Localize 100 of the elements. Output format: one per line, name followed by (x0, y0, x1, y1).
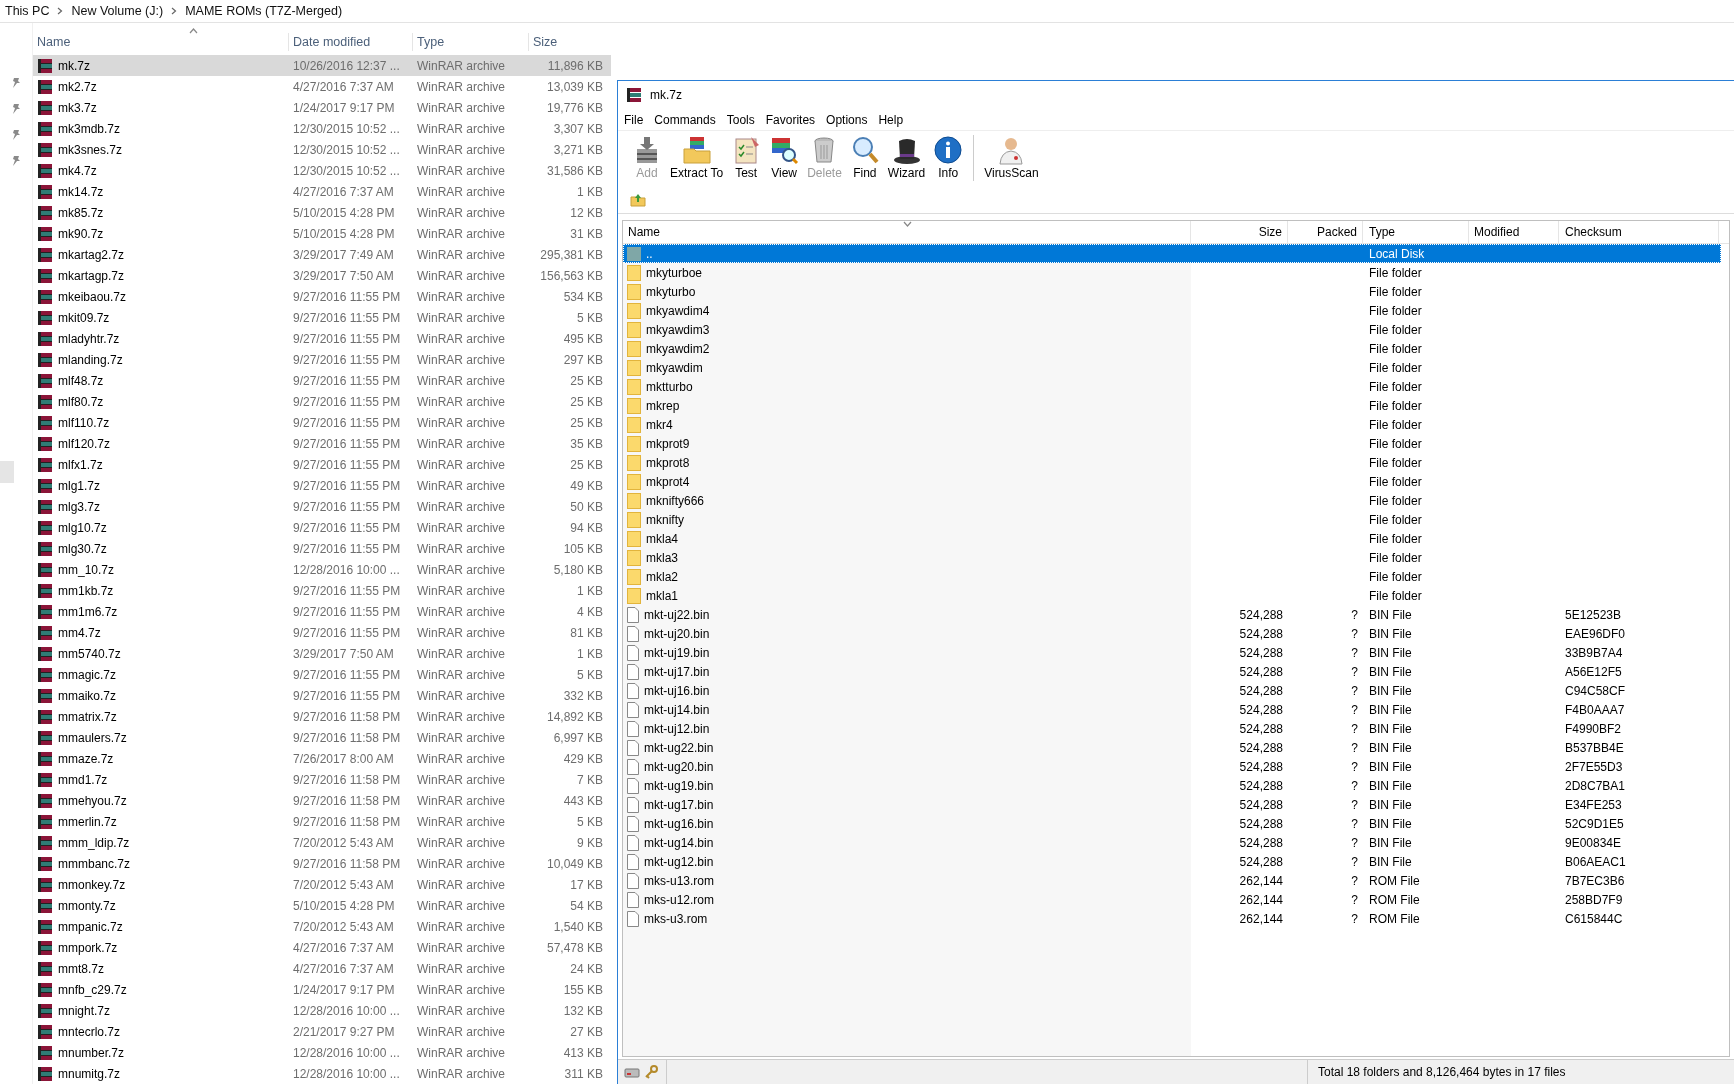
file-row[interactable]: mmaulers.7z 9/27/2016 11:58 PM WinRAR archive 6,997 KB (33, 727, 611, 748)
file-row[interactable]: mmonkey.7z 7/20/2012 5:43 AM WinRAR archive 17 KB (33, 874, 611, 895)
column-header[interactable]: Size (529, 33, 607, 51)
column-header[interactable]: Packed (1288, 221, 1363, 243)
file-row[interactable]: mlg1.7z 9/27/2016 11:55 PM WinRAR archive 49 KB (33, 475, 611, 496)
archive-entry-row[interactable]: mks-u12.rom 262,144 ? ROM File 258BD7F9 (623, 890, 1721, 909)
toolbar-button[interactable]: Info (929, 135, 968, 180)
archive-entry-row[interactable]: mknifty File folder (623, 510, 1721, 529)
file-row[interactable]: mmd1.7z 9/27/2016 11:58 PM WinRAR archive 7 KB (33, 769, 611, 790)
archive-entry-row[interactable]: mkyawdim3 File folder (623, 320, 1721, 339)
column-header[interactable]: Size (1191, 221, 1288, 243)
archive-entry-row[interactable]: mkla1 File folder (623, 586, 1721, 605)
folder-up-icon[interactable] (630, 193, 646, 207)
file-row[interactable]: mkit09.7z 9/27/2016 11:55 PM WinRAR archive 5 KB (33, 307, 611, 328)
file-row[interactable]: mmm_ldip.7z 7/20/2012 5:43 AM WinRAR archive 9 KB (33, 832, 611, 853)
archive-entry-row[interactable]: mkprot4 File folder (623, 472, 1721, 491)
file-row[interactable]: mmonty.7z 5/10/2015 4:28 PM WinRAR archive 54 KB (33, 895, 611, 916)
toolbar-button[interactable]: Find (845, 135, 884, 180)
file-row[interactable]: mm_10.7z 12/28/2016 10:00 ... WinRAR archive 5,180 KB (33, 559, 611, 580)
pin-icon[interactable] (11, 77, 21, 89)
column-header[interactable]: Modified (1469, 221, 1559, 243)
archive-entry-row[interactable]: mkla2 File folder (623, 567, 1721, 586)
archive-entry-row[interactable]: mkyturbo File folder (623, 282, 1721, 301)
file-row[interactable]: mm4.7z 9/27/2016 11:55 PM WinRAR archive 81 KB (33, 622, 611, 643)
breadcrumb-item[interactable]: This PC (5, 4, 50, 18)
file-row[interactable]: mkartag2.7z 3/29/2017 7:49 AM WinRAR archive 295,381 KB (33, 244, 611, 265)
file-row[interactable]: mkartagp.7z 3/29/2017 7:50 AM WinRAR archive 156,563 KB (33, 265, 611, 286)
archive-entry-row[interactable]: .. Local Disk (623, 244, 1721, 263)
toolbar-button[interactable]: VirusScan (980, 135, 1043, 180)
column-header[interactable]: Name (33, 33, 289, 51)
file-row[interactable]: mk.7z 10/26/2016 12:37 ... WinRAR archive 11,896 KB (33, 55, 611, 76)
archive-entry-row[interactable]: mkt-ug19.bin 524,288 ? BIN File 2D8C7BA1 (623, 776, 1721, 795)
file-row[interactable]: mlf80.7z 9/27/2016 11:55 PM WinRAR archive 25 KB (33, 391, 611, 412)
file-row[interactable]: mk85.7z 5/10/2015 4:28 PM WinRAR archive 12 KB (33, 202, 611, 223)
archive-entry-row[interactable]: mkprot8 File folder (623, 453, 1721, 472)
archive-entry-row[interactable]: mkt-uj16.bin 524,288 ? BIN File C94C58CF (623, 681, 1721, 700)
archive-entry-row[interactable]: mkt-ug22.bin 524,288 ? BIN File B537BB4E (623, 738, 1721, 757)
breadcrumb-item[interactable]: MAME ROMs (T7Z-Merged) (185, 4, 343, 18)
file-row[interactable]: mk4.7z 12/30/2015 10:52 ... WinRAR archive 31,586 KB (33, 160, 611, 181)
archive-entry-row[interactable]: mkt-uj17.bin 524,288 ? BIN File A56E12F5 (623, 662, 1721, 681)
archive-entry-row[interactable]: mkla3 File folder (623, 548, 1721, 567)
file-row[interactable]: mnight.7z 12/28/2016 10:00 ... WinRAR archive 132 KB (33, 1000, 611, 1021)
file-row[interactable]: mmaze.7z 7/26/2017 8:00 AM WinRAR archive 429 KB (33, 748, 611, 769)
archive-entry-row[interactable]: mkt-ug12.bin 524,288 ? BIN File B06AEAC1 (623, 852, 1721, 871)
menu-item[interactable]: File (624, 112, 644, 127)
pin-icon[interactable] (11, 129, 21, 141)
breadcrumb-item[interactable]: New Volume (J:) (71, 4, 164, 18)
archive-entry-row[interactable]: mkt-uj22.bin 524,288 ? BIN File 5E12523B (623, 605, 1721, 624)
column-header[interactable]: Type (1363, 221, 1469, 243)
archive-entry-row[interactable]: mkyturboe File folder (623, 263, 1721, 282)
archive-entry-row[interactable]: mkt-ug14.bin 524,288 ? BIN File 9E00834E (623, 833, 1721, 852)
file-row[interactable]: mladyhtr.7z 9/27/2016 11:55 PM WinRAR archive 495 KB (33, 328, 611, 349)
file-row[interactable]: mk3snes.7z 12/30/2015 10:52 ... WinRAR archive 3,271 KB (33, 139, 611, 160)
archive-entry-row[interactable]: mks-u13.rom 262,144 ? ROM File 7B7EC3B6 (623, 871, 1721, 890)
archive-entry-row[interactable]: mkyawdim File folder (623, 358, 1721, 377)
file-row[interactable]: mlfx1.7z 9/27/2016 11:55 PM WinRAR archive 25 KB (33, 454, 611, 475)
file-row[interactable]: mk14.7z 4/27/2016 7:37 AM WinRAR archive 1 KB (33, 181, 611, 202)
archive-entry-row[interactable]: mkr4 File folder (623, 415, 1721, 434)
archive-entry-row[interactable]: mkt-uj20.bin 524,288 ? BIN File EAE96DF0 (623, 624, 1721, 643)
key-icon[interactable] (644, 1065, 658, 1079)
toolbar-button[interactable]: View (765, 135, 804, 180)
archive-entry-row[interactable]: mknifty666 File folder (623, 491, 1721, 510)
toolbar-button[interactable]: Test (727, 135, 766, 180)
file-row[interactable]: mlg10.7z 9/27/2016 11:55 PM WinRAR archive 94 KB (33, 517, 611, 538)
archive-entry-row[interactable]: mkyawdim2 File folder (623, 339, 1721, 358)
column-header[interactable]: Type (413, 33, 529, 51)
pin-icon[interactable] (11, 155, 21, 167)
file-row[interactable]: mlg30.7z 9/27/2016 11:55 PM WinRAR archive 105 KB (33, 538, 611, 559)
archive-entry-row[interactable]: mkprot9 File folder (623, 434, 1721, 453)
column-header[interactable]: Name (623, 221, 1191, 243)
archive-entry-row[interactable]: mkt-ug17.bin 524,288 ? BIN File E34FE253 (623, 795, 1721, 814)
file-row[interactable]: mm1kb.7z 9/27/2016 11:55 PM WinRAR archive 1 KB (33, 580, 611, 601)
drive-icon[interactable] (624, 1066, 640, 1078)
file-row[interactable]: mmerlin.7z 9/27/2016 11:58 PM WinRAR archive 5 KB (33, 811, 611, 832)
file-row[interactable]: mnumitg.7z 12/28/2016 10:00 ... WinRAR archive 311 KB (33, 1063, 611, 1084)
file-row[interactable]: mmpanic.7z 7/20/2012 5:43 AM WinRAR archive 1,540 KB (33, 916, 611, 937)
file-row[interactable]: mmehyou.7z 9/27/2016 11:58 PM WinRAR archive 443 KB (33, 790, 611, 811)
file-row[interactable]: mnfb_c29.7z 1/24/2017 9:17 PM WinRAR archive 155 KB (33, 979, 611, 1000)
archive-entry-row[interactable]: mkt-ug16.bin 524,288 ? BIN File 52C9D1E5 (623, 814, 1721, 833)
file-row[interactable]: mkeibaou.7z 9/27/2016 11:55 PM WinRAR archive 534 KB (33, 286, 611, 307)
toolbar-button[interactable]: Wizard (883, 135, 930, 180)
file-row[interactable]: mmpork.7z 4/27/2016 7:37 AM WinRAR archive 57,478 KB (33, 937, 611, 958)
archive-entry-row[interactable]: mkt-uj19.bin 524,288 ? BIN File 33B9B7A4 (623, 643, 1721, 662)
file-row[interactable]: mlf48.7z 9/27/2016 11:55 PM WinRAR archive 25 KB (33, 370, 611, 391)
pin-icon[interactable] (11, 103, 21, 115)
archive-entry-row[interactable]: mkt-ug20.bin 524,288 ? BIN File 2F7E55D3 (623, 757, 1721, 776)
file-row[interactable]: mmaiko.7z 9/27/2016 11:55 PM WinRAR archive 332 KB (33, 685, 611, 706)
file-row[interactable]: mmmbanc.7z 9/27/2016 11:58 PM WinRAR archive 10,049 KB (33, 853, 611, 874)
archive-entry-row[interactable]: mkyawdim4 File folder (623, 301, 1721, 320)
file-row[interactable]: mlg3.7z 9/27/2016 11:55 PM WinRAR archive 50 KB (33, 496, 611, 517)
column-header[interactable]: Date modified (289, 33, 413, 51)
file-row[interactable]: mm5740.7z 3/29/2017 7:50 AM WinRAR archive 1 KB (33, 643, 611, 664)
file-row[interactable]: mk2.7z 4/27/2016 7:37 AM WinRAR archive 13,039 KB (33, 76, 611, 97)
toolbar-button[interactable]: Extract To (666, 135, 728, 180)
address-bar[interactable]: This PC New Volume (J:) MAME ROMs (T7Z-Merged) (0, 0, 1734, 23)
file-row[interactable]: mmatrix.7z 9/27/2016 11:58 PM WinRAR archive 14,892 KB (33, 706, 611, 727)
archive-entry-row[interactable]: mktturbo File folder (623, 377, 1721, 396)
file-row[interactable]: mlanding.7z 9/27/2016 11:55 PM WinRAR archive 297 KB (33, 349, 611, 370)
menu-item[interactable]: Options (826, 112, 868, 127)
menu-item[interactable]: Favorites (765, 112, 816, 127)
